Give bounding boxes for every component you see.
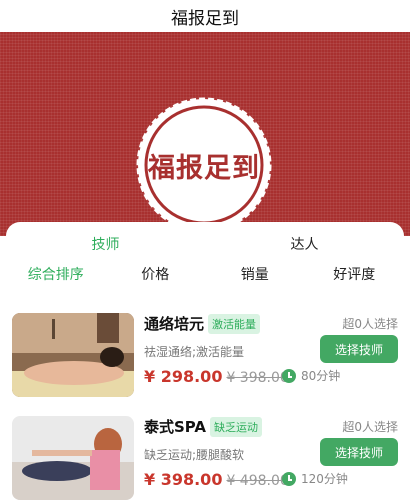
sort-bar: 综合排序 价格 销量 好评度 [6,262,404,288]
page-title: 福报足到 [171,8,239,29]
duration: 80分钟 [282,367,340,384]
service-photo [12,313,134,397]
service-title: 通络培元 [144,315,205,333]
current-price: ¥ 398.00 [144,470,223,489]
nav-bar: 福报足到 [0,0,410,32]
service-tag: 激活能量 [208,313,261,334]
service-description: 祛湿通络;激活能量 [144,345,245,359]
service-card[interactable]: 泰式SPA 缺乏运动 超0人选择 缺乏运动;腰腿酸软 选择技师 ¥ 398.00… [12,416,398,503]
service-photo [12,416,134,500]
clock-icon [282,368,296,383]
tab-expert[interactable]: 达人 [205,232,404,258]
price-row: ¥ 398.00 ¥ 498.00 [144,470,289,489]
sort-rating[interactable]: 好评度 [305,262,405,288]
service-title-row: 泰式SPA 缺乏运动 [144,416,263,437]
select-technician-button[interactable]: 选择技师 [320,438,398,466]
select-technician-button[interactable]: 选择技师 [320,335,398,363]
sort-price[interactable]: 价格 [106,262,206,288]
seal-logo: 福报足到 [134,95,274,235]
price-row: ¥ 298.00 ¥ 398.00 [144,367,289,386]
category-tabs: 技师 达人 [6,232,404,258]
sort-sales[interactable]: 销量 [205,262,305,288]
seal-text: 福报足到 [148,152,260,184]
duration-text: 80分钟 [301,369,341,383]
service-description: 缺乏运动;腰腿酸软 [144,448,245,462]
service-card[interactable]: 通络培元 激活能量 超0人选择 祛湿通络;激活能量 选择技师 ¥ 298.00 … [12,313,398,403]
tab-technician[interactable]: 技师 [6,232,205,258]
sort-comprehensive[interactable]: 综合排序 [6,262,106,288]
selection-count: 超0人选择 [342,420,398,434]
original-price: ¥ 498.00 [226,473,289,489]
duration: 120分钟 [282,470,348,487]
service-tag: 缺乏运动 [210,416,263,437]
content-panel: 技师 达人 综合排序 价格 销量 好评度 通络培元 激活能量 超0人选择 祛湿通… [6,222,404,503]
original-price: ¥ 398.00 [226,370,289,386]
service-title-row: 通络培元 激活能量 [144,313,261,334]
clock-icon [282,471,296,486]
current-price: ¥ 298.00 [144,367,223,386]
selection-count: 超0人选择 [342,317,398,331]
service-title: 泰式SPA [144,418,207,436]
banner: 福报足到 [0,32,410,236]
duration-text: 120分钟 [301,472,348,486]
